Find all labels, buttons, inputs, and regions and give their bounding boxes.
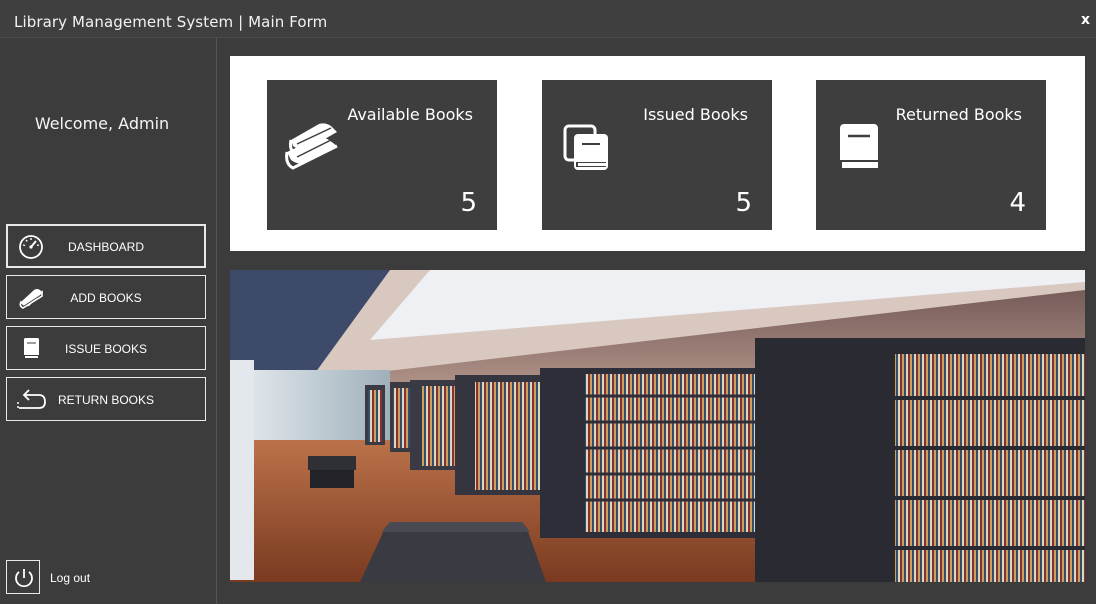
logout-label: Log out <box>50 571 91 585</box>
returned-books-count: 4 <box>1009 188 1026 218</box>
returned-books-card[interactable]: Returned Books 4 <box>816 80 1046 230</box>
available-books-card[interactable]: Available Books 5 <box>267 80 497 230</box>
nav-issue-books-button[interactable]: ISSUE BOOKS <box>6 326 206 370</box>
title-bar: Library Management System | Main Form x <box>0 0 1096 38</box>
window-title: Library Management System | Main Form <box>14 13 328 31</box>
nav-dashboard-label: DASHBOARD <box>67 240 144 254</box>
nav-dashboard-button[interactable]: DASHBOARD <box>6 224 206 268</box>
power-icon <box>6 560 40 594</box>
close-button[interactable]: x <box>1081 12 1090 28</box>
returned-books-title: Returned Books <box>895 105 1022 124</box>
nav-add-books-label: ADD BOOKS <box>70 291 142 305</box>
closed-book-icon <box>840 124 878 170</box>
nav-add-books-button[interactable]: ADD BOOKS <box>6 275 206 319</box>
issued-books-count: 5 <box>735 188 752 218</box>
available-books-title: Available Books <box>347 105 473 124</box>
sidebar: Welcome, Admin DASHBOARD ADD BOOKS ISSUE… <box>0 38 217 604</box>
stats-panel: Available Books 5 Issued Books 5 Returne… <box>230 56 1085 251</box>
library-interior-image <box>230 270 1085 582</box>
issued-books-title: Issued Books <box>643 105 748 124</box>
welcome-text: Welcome, Admin <box>34 114 170 133</box>
available-books-count: 5 <box>460 188 477 218</box>
nav-return-books-label: RETURN BOOKS <box>57 393 154 407</box>
issued-books-card[interactable]: Issued Books 5 <box>542 80 772 230</box>
nav-return-books-button[interactable]: RETURN BOOKS <box>6 377 206 421</box>
books-stack-icon <box>285 123 338 170</box>
nav-issue-books-label: ISSUE BOOKS <box>64 342 148 356</box>
copy-book-icon <box>563 124 608 170</box>
